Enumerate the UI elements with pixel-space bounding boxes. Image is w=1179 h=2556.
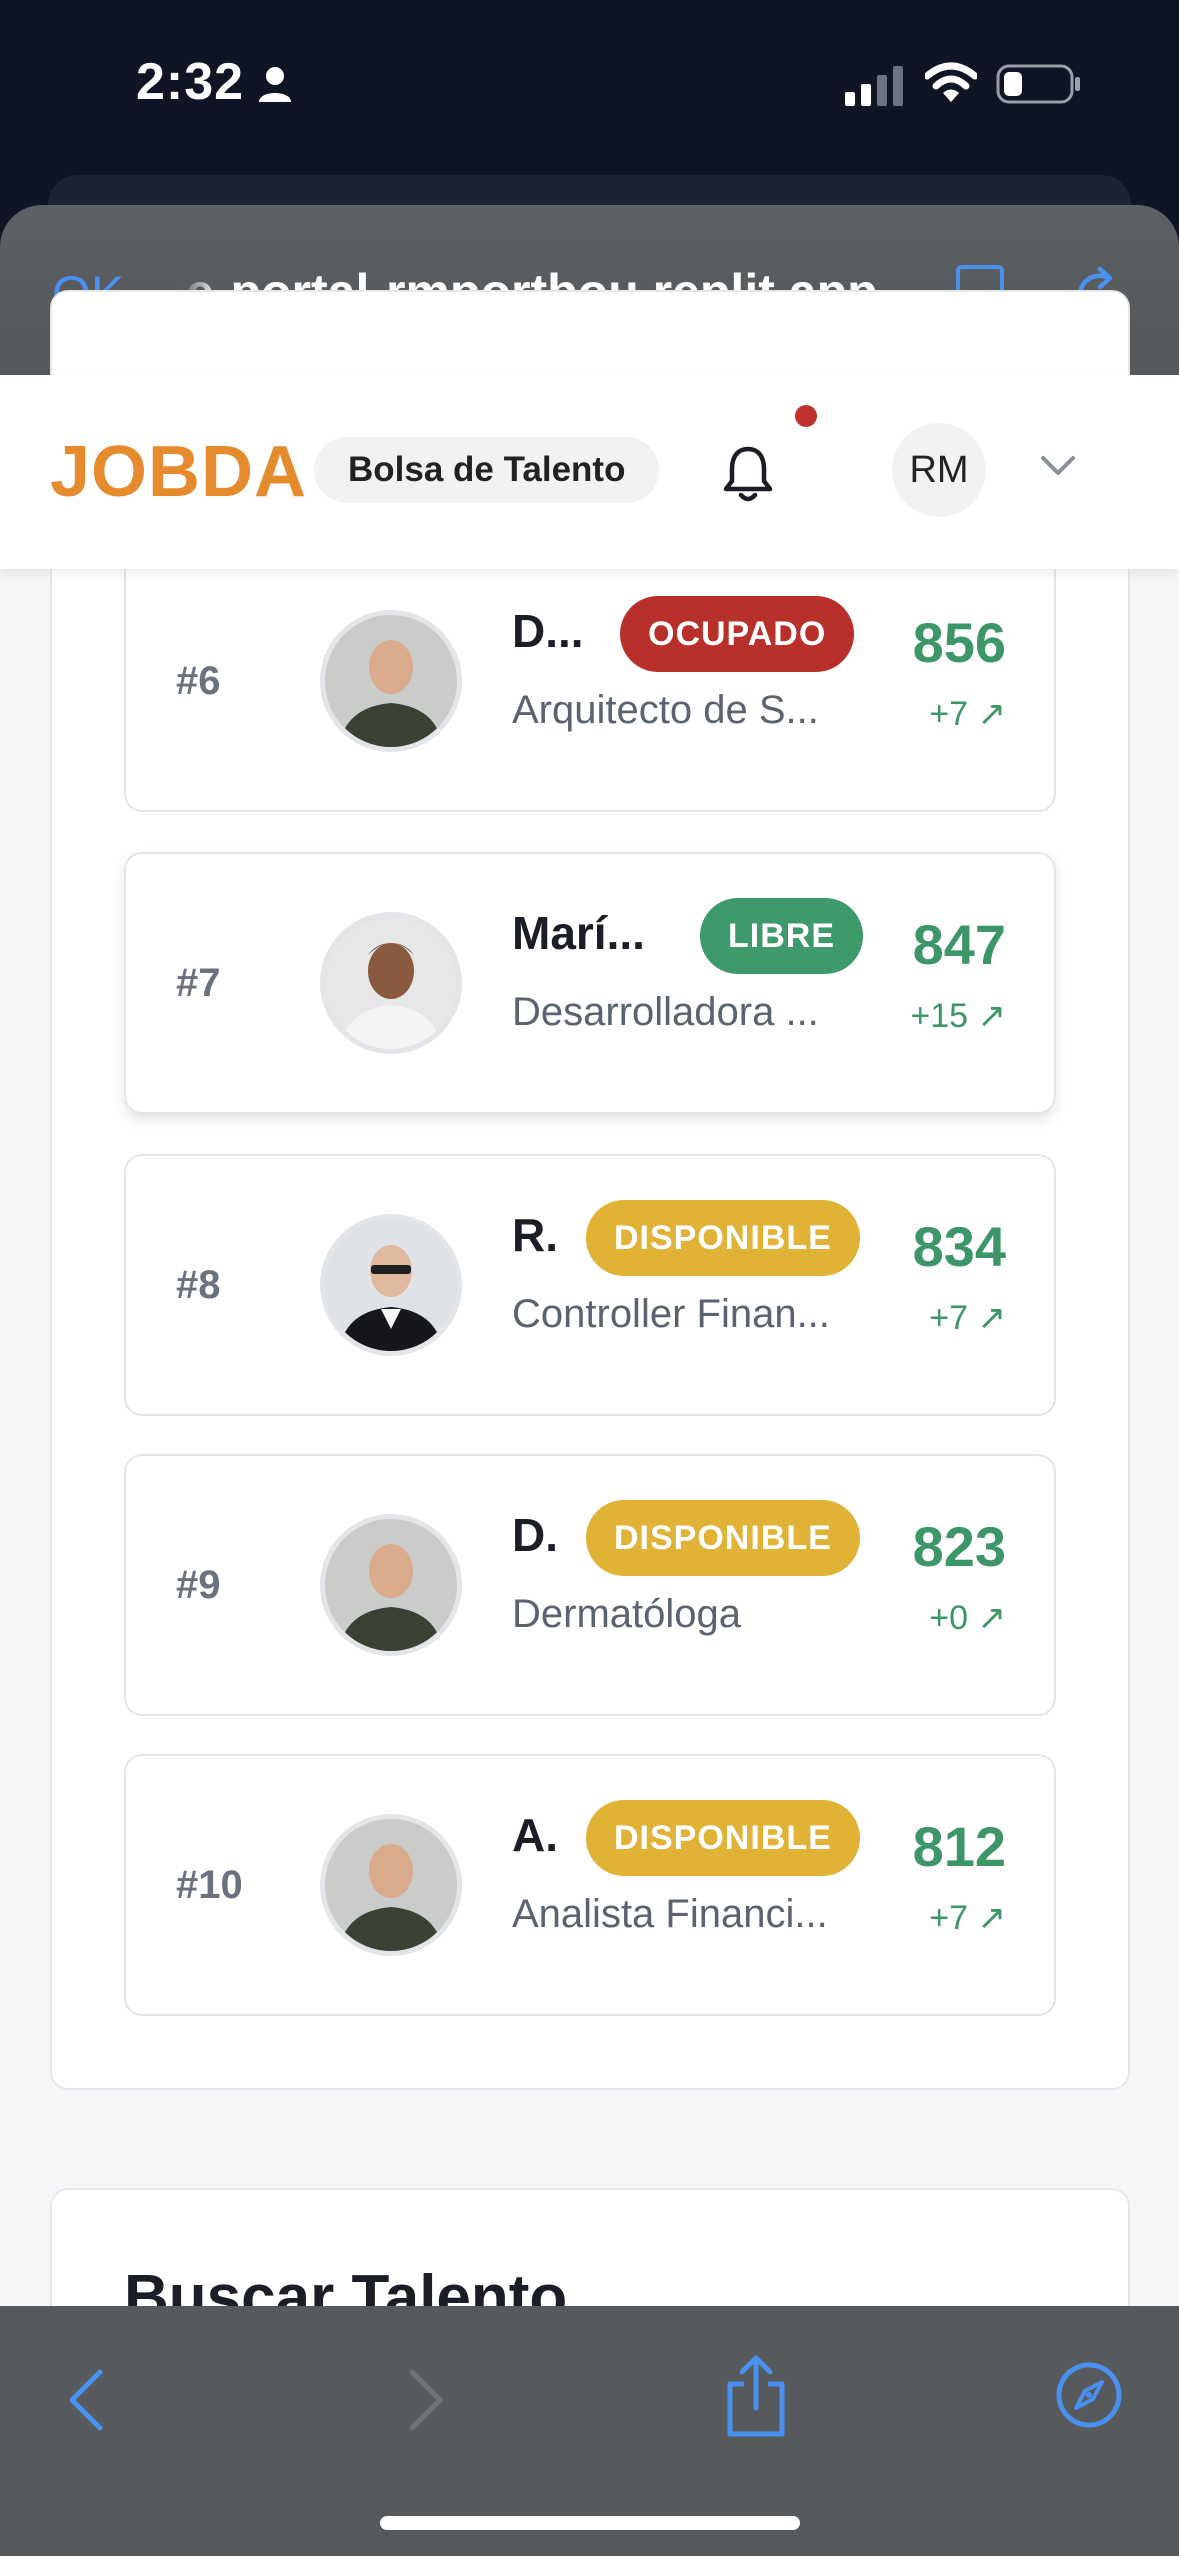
rank-label: #10 — [176, 1863, 243, 1907]
compass-icon[interactable] — [1054, 2360, 1124, 2430]
talent-row[interactable]: #8 R. DISPONIBLE Controller Finan... 834… — [124, 1154, 1056, 1416]
chevron-down-icon[interactable] — [1040, 455, 1076, 477]
person-icon — [259, 67, 291, 102]
status-badge: LIBRE — [700, 898, 863, 974]
score-delta: +7 ↗ — [929, 695, 1006, 733]
avatar — [320, 1514, 462, 1656]
score-delta: +7 ↗ — [929, 1299, 1006, 1337]
rank-label: #8 — [176, 1263, 221, 1307]
user-avatar[interactable]: RM — [892, 423, 986, 517]
talent-name: Marí... — [512, 907, 645, 959]
avatar — [320, 610, 462, 752]
status-badge: DISPONIBLE — [586, 1500, 860, 1576]
battery-icon — [996, 64, 1080, 104]
talent-row[interactable]: #7 Marí... LIBRE Desarrolladora ... 847 … — [124, 852, 1056, 1114]
bell-icon[interactable] — [718, 437, 778, 507]
talent-role: Analista Financi... — [512, 1892, 828, 1936]
brand-logo[interactable]: JOBDA — [50, 431, 307, 513]
browser-toolbar — [0, 2306, 1179, 2556]
talent-role: Desarrolladora ... — [512, 990, 819, 1034]
chevron-left-icon[interactable] — [64, 2366, 108, 2434]
talent-name: A. — [512, 1809, 558, 1861]
talent-score: 823 — [912, 1515, 1006, 1578]
avatar — [320, 1214, 462, 1356]
talent-score: 847 — [912, 913, 1006, 976]
talent-row[interactable]: #9 D. DISPONIBLE Dermatóloga 823 +0 ↗ — [124, 1454, 1056, 1716]
share-icon[interactable] — [722, 2354, 790, 2440]
cellular-signal-icon — [845, 66, 903, 106]
talent-role: Arquitecto de S... — [512, 688, 819, 732]
talent-row[interactable]: #6 D... OCUPADO Arquitecto de S... 856 +… — [124, 550, 1056, 812]
talent-name: D. — [512, 1509, 558, 1561]
rank-label: #6 — [176, 659, 221, 703]
score-delta: +15 ↗ — [910, 997, 1006, 1035]
status-badge: DISPONIBLE — [586, 1800, 860, 1876]
avatar — [320, 912, 462, 1054]
status-badge: DISPONIBLE — [586, 1200, 860, 1276]
home-indicator[interactable] — [380, 2516, 800, 2530]
talent-score: 856 — [912, 611, 1006, 674]
avatar — [320, 1814, 462, 1956]
notification-dot — [795, 405, 817, 427]
talent-name: R. — [512, 1209, 558, 1261]
wifi-icon — [925, 62, 977, 102]
talent-row[interactable]: #10 A. DISPONIBLE Analista Financi... 81… — [124, 1754, 1056, 2016]
chevron-right-icon[interactable] — [404, 2366, 448, 2434]
talent-role: Dermatóloga — [512, 1592, 742, 1636]
score-delta: +0 ↗ — [929, 1599, 1006, 1637]
status-time: 2:32 — [136, 53, 245, 111]
app-header: JOBDA Bolsa de Talento RM — [0, 375, 1179, 569]
status-badge: OCUPADO — [620, 596, 855, 672]
section-pill[interactable]: Bolsa de Talento — [314, 437, 660, 503]
score-delta: +7 ↗ — [929, 1899, 1006, 1937]
rank-label: #9 — [176, 1563, 221, 1607]
talent-score: 812 — [912, 1815, 1006, 1878]
rank-label: #7 — [176, 961, 221, 1005]
talent-score: 834 — [912, 1215, 1006, 1278]
talent-role: Controller Finan... — [512, 1292, 830, 1336]
